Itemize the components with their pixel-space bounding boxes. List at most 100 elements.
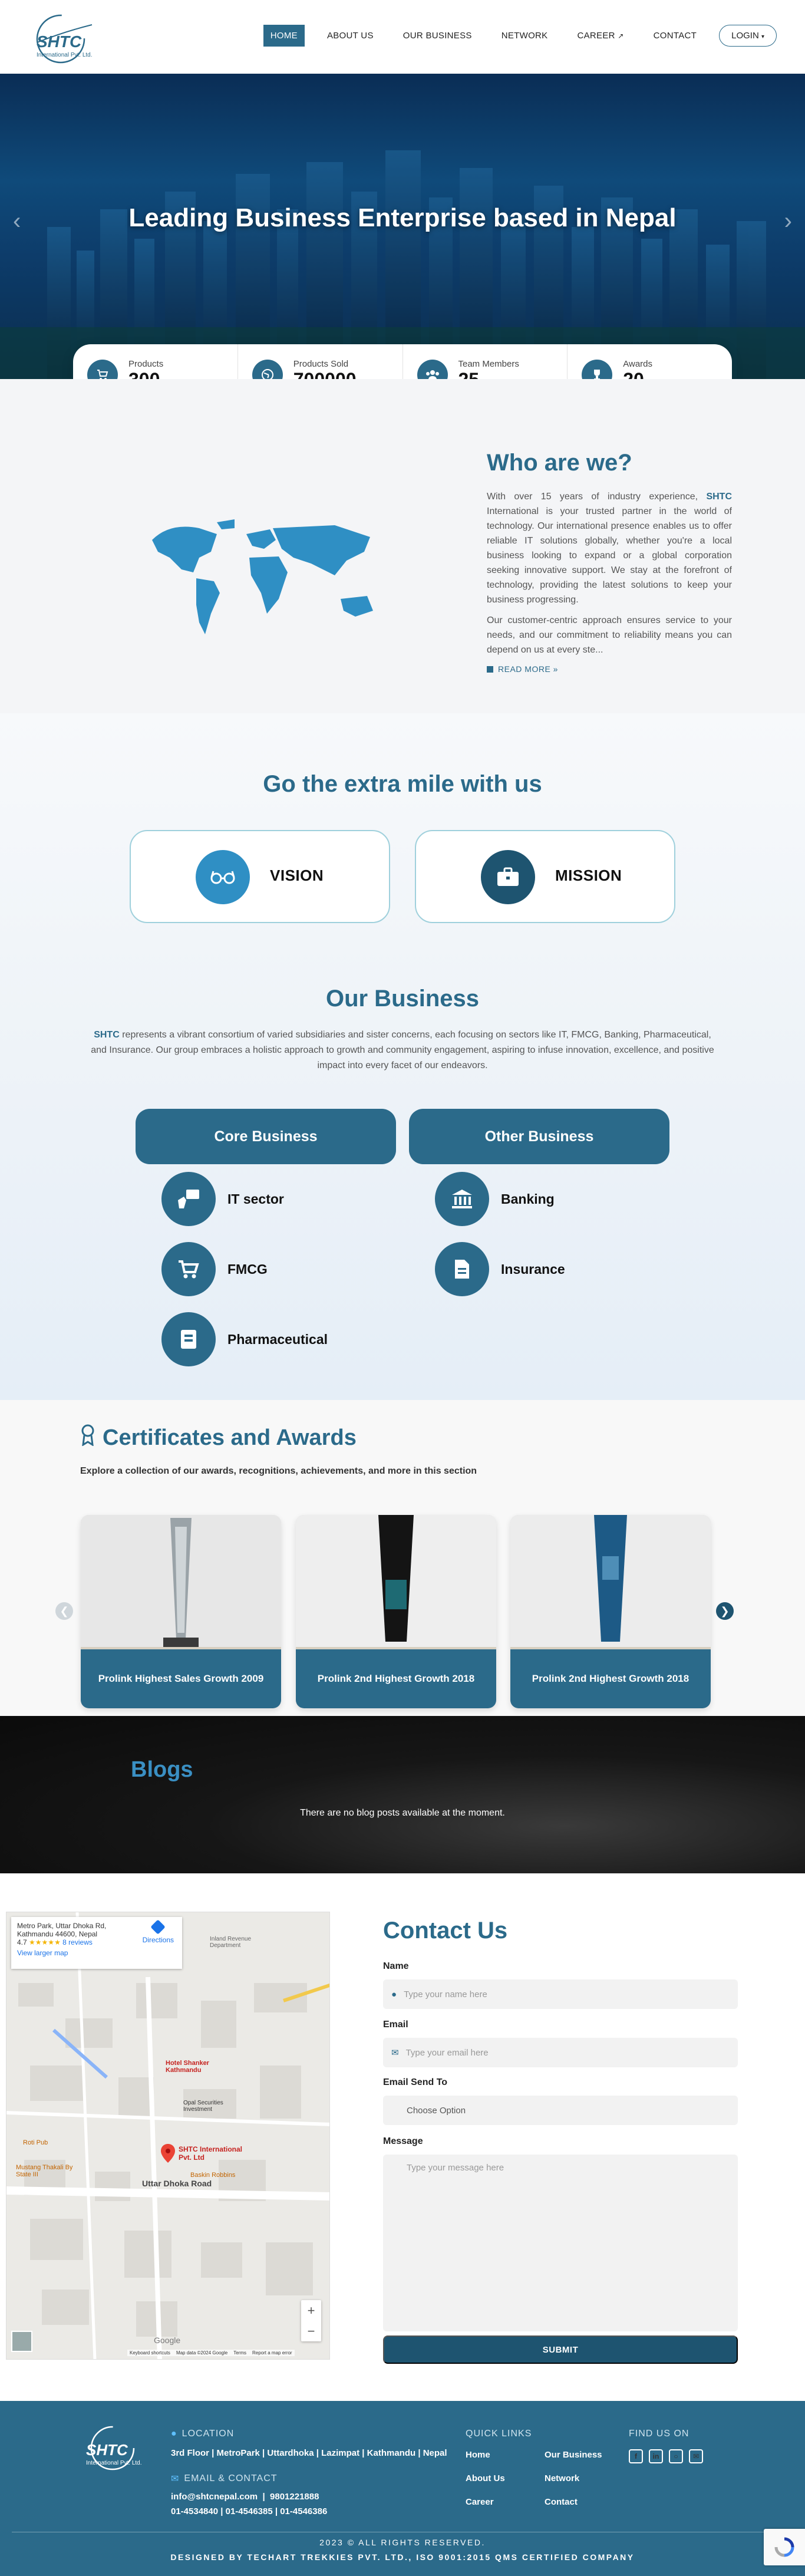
stat-label: Awards xyxy=(623,359,652,369)
core-business-tab[interactable]: Core Business xyxy=(136,1109,396,1164)
business-insurance[interactable]: Insurance xyxy=(435,1242,565,1296)
map-footer-link[interactable]: Keyboard shortcuts xyxy=(130,2350,170,2356)
user-icon: ● xyxy=(391,1989,397,1999)
map-footer-link[interactable]: Terms xyxy=(233,2350,246,2356)
location-heading-text: LOCATION xyxy=(182,2429,235,2439)
map-footer-link[interactable]: Report a map error xyxy=(252,2350,292,2356)
map-tiles xyxy=(6,1912,329,2359)
map-reviews-link[interactable]: 8 reviews xyxy=(62,1938,93,1946)
submit-button[interactable]: SUBMIT xyxy=(383,2335,738,2364)
nav-career-label: CAREER xyxy=(577,31,615,41)
map-place-label: Hotel Shanker Kathmandu xyxy=(166,2060,209,2074)
footer-phones: 01-4534840 | 01-4546385 | 01-4546386 xyxy=(171,2506,328,2516)
footer-logo[interactable]: SHTC International Pvt. Ltd. xyxy=(80,2421,156,2473)
company-logo[interactable]: SHTC International Pvt. Ltd. xyxy=(28,8,105,65)
about-p1-post: International is your trusted partner in… xyxy=(487,506,732,605)
other-business-tab[interactable]: Other Business xyxy=(409,1109,669,1164)
map-road-label: Uttar Dhoka Road xyxy=(142,2179,212,2188)
main-nav: HOME ABOUT US OUR BUSINESS NETWORK CAREE… xyxy=(263,25,777,47)
envelope-icon: ✉ xyxy=(171,2474,180,2484)
world-map-illustration xyxy=(152,519,373,634)
read-more-label: READ MORE » xyxy=(498,664,558,674)
footer-address: 3rd Floor | MetroPark | Uttardhoka | Laz… xyxy=(171,2448,447,2458)
certificate-card[interactable]: Prolink 2nd Highest Growth 2018 xyxy=(296,1515,496,1708)
trophy-photo xyxy=(510,1515,711,1649)
footer-link-career[interactable]: Career xyxy=(466,2497,494,2507)
view-larger-map-link[interactable]: View larger map xyxy=(17,1949,176,1957)
about-title: Who are we? xyxy=(487,450,632,476)
footer-link-our-business[interactable]: Our Business xyxy=(545,2450,602,2460)
certificate-card[interactable]: Prolink Highest Sales Growth 2009 xyxy=(81,1515,281,1708)
footer-link-home[interactable]: Home xyxy=(466,2450,490,2460)
find-us-heading: FIND US ON xyxy=(629,2429,689,2439)
mission-label: MISSION xyxy=(555,867,622,884)
email-send-to-select[interactable]: Choose Option xyxy=(383,2096,738,2125)
bank-icon xyxy=(435,1172,489,1226)
award-ribbon-icon xyxy=(80,1424,95,1452)
trophy-photo xyxy=(296,1515,496,1649)
medical-book-icon xyxy=(161,1312,216,1366)
nav-career[interactable]: CAREER ↗ xyxy=(570,25,631,47)
name-field[interactable]: ● Type your name here xyxy=(383,1979,738,2009)
map-place-label: Roti Pub xyxy=(23,2139,48,2146)
nav-about[interactable]: ABOUT US xyxy=(320,25,381,47)
email-contact-heading: ✉ EMAIL & CONTACT xyxy=(171,2473,278,2485)
footer-link-contact[interactable]: Contact xyxy=(545,2497,578,2507)
vision-label: VISION xyxy=(270,867,324,884)
map-place-label: Inland Revenue Department xyxy=(210,1936,252,1949)
read-more-link[interactable]: READ MORE » xyxy=(487,664,558,674)
login-label: LOGIN xyxy=(731,31,759,41)
footer-link-network[interactable]: Network xyxy=(545,2473,579,2483)
location-pin-icon: ● xyxy=(171,2429,177,2439)
email-field[interactable]: ✉ Type your email here xyxy=(383,2038,738,2067)
glasses-icon xyxy=(196,850,250,904)
zoom-out-icon[interactable]: − xyxy=(308,2324,315,2339)
nav-home[interactable]: HOME xyxy=(263,25,305,47)
email-social-icon[interactable]: ✉ xyxy=(689,2449,703,2463)
vision-card[interactable]: VISION xyxy=(130,830,390,923)
login-button[interactable]: LOGIN ▾ xyxy=(719,25,777,47)
blogs-section: Blogs There are no blog posts available … xyxy=(0,1716,805,1873)
footer-phone-primary[interactable]: 9801221888 xyxy=(270,2492,319,2502)
footer-link-about[interactable]: About Us xyxy=(466,2473,505,2483)
nav-contact[interactable]: CONTACT xyxy=(646,25,704,47)
svg-text:International Pvt. Ltd.: International Pvt. Ltd. xyxy=(86,2460,142,2466)
business-label: FMCG xyxy=(227,1261,268,1277)
business-label: IT sector xyxy=(227,1191,284,1207)
map-place-label: Opal Securities Investment xyxy=(183,2100,223,2113)
mission-card[interactable]: MISSION xyxy=(415,830,675,923)
certificates-title-text: Certificates and Awards xyxy=(103,1425,357,1450)
business-banking[interactable]: Banking xyxy=(435,1172,555,1226)
nav-our-business[interactable]: OUR BUSINESS xyxy=(396,25,479,47)
recaptcha-icon xyxy=(774,2537,794,2557)
map-pin-icon[interactable] xyxy=(161,2144,175,2163)
zoom-in-icon[interactable]: + xyxy=(308,2303,315,2318)
message-textarea[interactable]: Type your message here xyxy=(383,2155,738,2331)
map-attribution: Keyboard shortcuts Map data ©2024 Google T… xyxy=(127,2350,295,2356)
business-label: Banking xyxy=(501,1191,555,1207)
business-pharmaceutical[interactable]: Pharmaceutical xyxy=(161,1312,328,1366)
document-icon xyxy=(435,1242,489,1296)
nav-network[interactable]: NETWORK xyxy=(494,25,555,47)
facebook-icon[interactable]: f xyxy=(629,2449,643,2463)
map-info-card: Metro Park, Uttar Dhoka Rd, Kathmandu 44… xyxy=(11,1917,182,1969)
business-fmcg[interactable]: FMCG xyxy=(161,1242,268,1296)
blogs-empty-message: There are no blog posts available at the… xyxy=(300,1808,505,1818)
stat-label: Products xyxy=(128,359,164,369)
certificate-caption: Prolink 2nd Highest Growth 2018 xyxy=(296,1649,496,1708)
satellite-thumbnail[interactable] xyxy=(11,2331,32,2352)
envelope-icon: ✉ xyxy=(391,2048,399,2058)
carousel-next-icon[interactable]: ❯ xyxy=(716,1602,734,1620)
quick-links-heading: QUICK LINKS xyxy=(466,2429,532,2439)
certificate-card[interactable]: Prolink 2nd Highest Growth 2018 xyxy=(510,1515,711,1708)
linkedin-icon[interactable]: in xyxy=(649,2449,663,2463)
business-it-sector[interactable]: IT sector xyxy=(161,1172,284,1226)
external-link-icon: ↗ xyxy=(618,32,624,40)
recaptcha-badge[interactable] xyxy=(764,2529,805,2565)
footer-email-link[interactable]: info@shtcnepal.com xyxy=(171,2492,258,2502)
map-directions[interactable]: Directions xyxy=(143,1919,174,1944)
our-business-title: Our Business xyxy=(325,986,480,1012)
instagram-icon[interactable]: ○ xyxy=(669,2449,683,2463)
carousel-prev-icon[interactable]: ❮ xyxy=(55,1602,73,1620)
google-map-embed[interactable]: Metro Park, Uttar Dhoka Rd, Kathmandu 44… xyxy=(6,1912,330,2360)
